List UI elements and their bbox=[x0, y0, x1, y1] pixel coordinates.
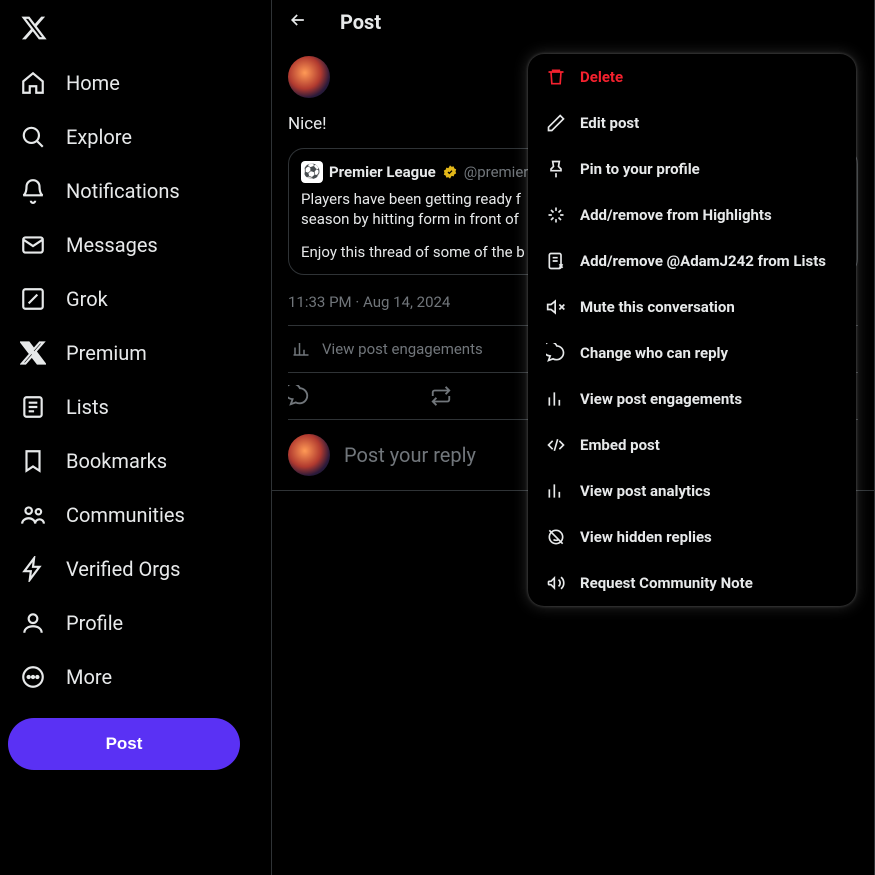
menu-who-reply[interactable]: Change who can reply bbox=[528, 330, 856, 376]
search-icon bbox=[20, 124, 46, 150]
author-avatar[interactable] bbox=[288, 56, 330, 98]
grok-icon bbox=[20, 286, 46, 312]
page-header: Post bbox=[272, 0, 874, 44]
nav-communities[interactable]: Communities bbox=[8, 490, 263, 540]
nav-label: Communities bbox=[66, 503, 185, 527]
menu-pin[interactable]: Pin to your profile bbox=[528, 146, 856, 192]
nav-label: Lists bbox=[66, 395, 109, 419]
current-user-avatar bbox=[288, 434, 330, 476]
nav-bookmarks[interactable]: Bookmarks bbox=[8, 436, 263, 486]
comment-icon bbox=[546, 343, 566, 363]
nav-more[interactable]: More bbox=[8, 652, 263, 702]
pencil-icon bbox=[546, 113, 566, 133]
menu-embed[interactable]: Embed post bbox=[528, 422, 856, 468]
nav-label: Grok bbox=[66, 287, 108, 311]
post-options-menu: Delete Edit post Pin to your profile Add… bbox=[528, 54, 856, 606]
nav-label: Profile bbox=[66, 611, 123, 635]
verified-badge-icon bbox=[442, 164, 458, 180]
mail-icon bbox=[20, 232, 46, 258]
nav-label: Messages bbox=[66, 233, 158, 257]
reply-input[interactable]: Post your reply bbox=[344, 443, 476, 467]
home-icon bbox=[20, 70, 46, 96]
communities-icon bbox=[20, 502, 46, 528]
nav-label: More bbox=[66, 665, 112, 689]
menu-community-note[interactable]: Request Community Note bbox=[528, 560, 856, 606]
quoted-handle: @premier bbox=[464, 163, 529, 181]
analytics-icon bbox=[292, 340, 310, 358]
pin-icon bbox=[546, 159, 566, 179]
bell-icon bbox=[20, 178, 46, 204]
nav-profile[interactable]: Profile bbox=[8, 598, 263, 648]
trash-icon bbox=[546, 67, 566, 87]
x-icon bbox=[20, 340, 46, 366]
analytics-icon bbox=[546, 481, 566, 501]
nav-messages[interactable]: Messages bbox=[8, 220, 263, 270]
compose-post-button[interactable]: Post bbox=[8, 718, 240, 770]
megaphone-icon bbox=[546, 573, 566, 593]
menu-analytics[interactable]: View post analytics bbox=[528, 468, 856, 514]
menu-delete[interactable]: Delete bbox=[528, 54, 856, 100]
nav-grok[interactable]: Grok bbox=[8, 274, 263, 324]
nav-home[interactable]: Home bbox=[8, 58, 263, 108]
lightning-icon bbox=[20, 556, 46, 582]
nav-premium[interactable]: Premium bbox=[8, 328, 263, 378]
nav-lists[interactable]: Lists bbox=[8, 382, 263, 432]
menu-edit[interactable]: Edit post bbox=[528, 100, 856, 146]
page-title: Post bbox=[340, 10, 381, 34]
nav-verified-orgs[interactable]: Verified Orgs bbox=[8, 544, 263, 594]
x-logo[interactable] bbox=[8, 6, 263, 54]
nav-label: Verified Orgs bbox=[66, 557, 180, 581]
profile-icon bbox=[20, 610, 46, 636]
hidden-icon bbox=[546, 527, 566, 547]
menu-hidden-replies[interactable]: View hidden replies bbox=[528, 514, 856, 560]
quoted-avatar: ⚽ bbox=[301, 161, 323, 183]
list-remove-icon bbox=[546, 251, 566, 271]
menu-engagements[interactable]: View post engagements bbox=[528, 376, 856, 422]
nav-label: Bookmarks bbox=[66, 449, 167, 473]
nav-label: Notifications bbox=[66, 179, 180, 203]
code-icon bbox=[546, 435, 566, 455]
sparkle-icon bbox=[546, 205, 566, 225]
lists-icon bbox=[20, 394, 46, 420]
mute-icon bbox=[546, 297, 566, 317]
more-icon bbox=[20, 664, 46, 690]
analytics-icon bbox=[546, 389, 566, 409]
nav-label: Premium bbox=[66, 341, 147, 365]
bookmark-icon bbox=[20, 448, 46, 474]
back-button[interactable] bbox=[288, 10, 308, 34]
quoted-name: Premier League bbox=[329, 163, 436, 181]
menu-highlights[interactable]: Add/remove from Highlights bbox=[528, 192, 856, 238]
nav-notifications[interactable]: Notifications bbox=[8, 166, 263, 216]
reply-button[interactable] bbox=[288, 385, 310, 407]
nav-label: Home bbox=[66, 71, 120, 95]
nav-explore[interactable]: Explore bbox=[8, 112, 263, 162]
menu-lists[interactable]: Add/remove @AdamJ242 from Lists bbox=[528, 238, 856, 284]
menu-mute[interactable]: Mute this conversation bbox=[528, 284, 856, 330]
sidebar: Home Explore Notifications Messages Grok… bbox=[0, 0, 272, 875]
repost-button[interactable] bbox=[430, 385, 452, 407]
nav-label: Explore bbox=[66, 125, 132, 149]
